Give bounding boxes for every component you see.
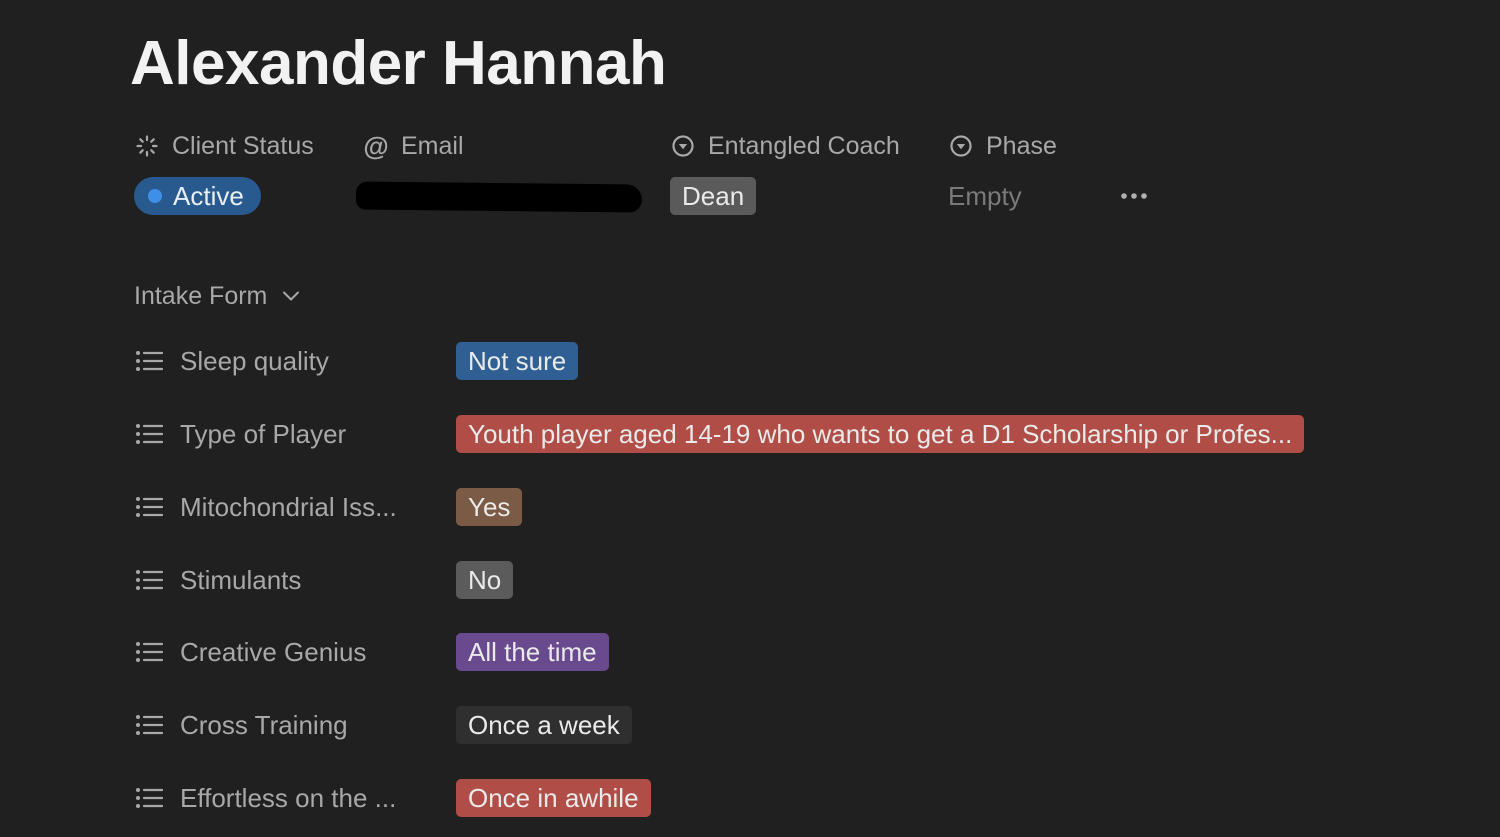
coach-tag[interactable]: Dean xyxy=(670,177,757,215)
list-icon xyxy=(134,639,164,665)
intake-row-value-tag[interactable]: No xyxy=(456,561,514,599)
intake-row-label: Creative Genius xyxy=(180,636,367,667)
intake-row-value-tag[interactable]: Youth player aged 14-19 who wants to get… xyxy=(456,415,1305,453)
intake-row-mitochondrial-issues[interactable]: Mitochondrial Iss... Yes xyxy=(134,487,1434,527)
intake-row-cross-training[interactable]: Cross Training Once a week xyxy=(134,705,1434,745)
status-spinner-icon xyxy=(134,133,160,159)
notion-page: Alexander Hannah Client Status @ Email E… xyxy=(0,0,1500,837)
list-icon xyxy=(134,712,164,738)
client-status-label: Client Status xyxy=(172,131,314,160)
email-label: Email xyxy=(401,131,464,160)
phase-label: Phase xyxy=(986,131,1057,160)
intake-row-creative-genius[interactable]: Creative Genius All the time xyxy=(134,632,1434,672)
client-status-property[interactable]: Client Status xyxy=(134,128,314,164)
intake-row-value-tag[interactable]: Not sure xyxy=(456,342,579,380)
status-badge[interactable]: Active xyxy=(134,177,261,215)
intake-row-label: Mitochondrial Iss... xyxy=(180,491,397,522)
intake-row-value-tag[interactable]: Yes xyxy=(456,488,523,526)
intake-row-label: Cross Training xyxy=(180,709,348,740)
phase-property[interactable]: Phase xyxy=(948,128,1057,164)
email-value-redacted[interactable] xyxy=(355,181,643,213)
phase-value[interactable]: Empty xyxy=(948,177,1022,215)
more-dots-icon xyxy=(1121,193,1147,199)
intake-row-label: Sleep quality xyxy=(180,345,329,376)
intake-row-label: Stimulants xyxy=(180,564,302,595)
intake-row-stimulants[interactable]: Stimulants No xyxy=(134,560,1434,600)
intake-row-value-tag[interactable]: All the time xyxy=(456,633,609,671)
entangled-coach-value[interactable]: Dean xyxy=(670,177,757,215)
intake-row-type-of-player[interactable]: Type of Player Youth player aged 14-19 w… xyxy=(134,414,1434,454)
select-circle-icon xyxy=(670,133,696,159)
list-icon xyxy=(134,421,164,447)
list-icon xyxy=(134,348,164,374)
intake-row-effortless[interactable]: Effortless on the ... Once in awhile xyxy=(134,778,1434,818)
intake-row-value-tag[interactable]: Once in awhile xyxy=(456,779,651,817)
page-title[interactable]: Alexander Hannah xyxy=(130,28,667,99)
list-icon xyxy=(134,494,164,520)
list-icon xyxy=(134,567,164,593)
intake-row-label: Effortless on the ... xyxy=(180,782,397,813)
intake-form-label: Intake Form xyxy=(134,281,268,310)
entangled-coach-label: Entangled Coach xyxy=(708,131,900,160)
intake-row-value-tag[interactable]: Once a week xyxy=(456,706,632,744)
select-circle-icon xyxy=(948,133,974,159)
intake-row-label: Type of Player xyxy=(180,418,347,449)
intake-form-section-toggle[interactable]: Intake Form xyxy=(134,278,301,314)
at-icon: @ xyxy=(363,130,389,161)
status-dot-icon xyxy=(148,189,162,203)
status-badge-text: Active xyxy=(173,180,244,211)
chevron-down-icon xyxy=(281,286,301,306)
client-status-value[interactable]: Active xyxy=(134,177,261,215)
entangled-coach-property[interactable]: Entangled Coach xyxy=(670,128,900,164)
more-properties-button[interactable] xyxy=(1118,182,1150,210)
intake-row-sleep-quality[interactable]: Sleep quality Not sure xyxy=(134,341,1434,381)
list-icon xyxy=(134,785,164,811)
email-property[interactable]: @ Email xyxy=(363,128,464,164)
